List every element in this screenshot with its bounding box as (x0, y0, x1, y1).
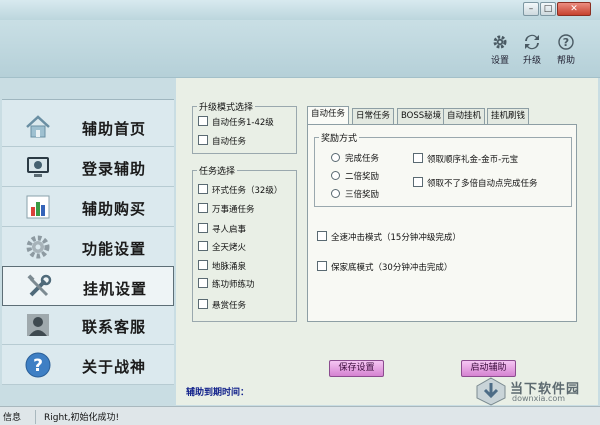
sidebar-item-label: 辅助首页 (82, 120, 147, 138)
watermark-logo-icon (476, 377, 506, 406)
watermark-url: downxia.com (512, 394, 566, 403)
status-message: Right,初始化成功! (44, 413, 120, 423)
sidebar-item-label: 功能设置 (82, 240, 147, 258)
maximize-button[interactable]: □ (540, 2, 556, 16)
header: 设置 升级 ? 帮助 (0, 20, 600, 78)
gear-icon (493, 35, 507, 49)
svg-text:?: ? (563, 36, 569, 49)
chart-icon (26, 195, 50, 219)
auto-task-checkbox[interactable]: 自动任务 (198, 135, 246, 147)
upgrade-label: 升级 (522, 56, 541, 66)
sidebar: 辅助首页 登录辅助 辅助购买 功能设置 挂机设置 联系客服 ? 关于战神 (2, 99, 174, 385)
tab-idle-money[interactable]: 挂机刷钱 (487, 108, 530, 124)
upgrade-mode-title: 升级模式选择 (197, 100, 256, 113)
sidebar-item-label: 挂机设置 (83, 280, 148, 298)
svg-text:?: ? (33, 356, 43, 376)
auto-complete-checkbox[interactable]: 领取不了多倍自动点完成任务 (413, 177, 538, 189)
close-button[interactable]: ✕ (557, 2, 591, 16)
master-training-checkbox[interactable]: 练功师练功 (198, 278, 255, 290)
tab-auto-idle[interactable]: 自动挂机 (443, 108, 486, 124)
sidebar-item-label: 联系客服 (82, 318, 147, 336)
tab-daily-task[interactable]: 日常任务 (352, 108, 395, 124)
minimize-button[interactable]: – (523, 2, 539, 16)
tools-icon (27, 274, 52, 297)
gear-icon (26, 235, 50, 259)
sidebar-item-features[interactable]: 功能设置 (2, 227, 174, 267)
home-icon (26, 115, 50, 138)
expiry-label: 辅助到期时间： (186, 388, 250, 398)
bonfire-checkbox[interactable]: 全天烤火 (198, 241, 246, 253)
reward-title: 奖励方式 (319, 131, 360, 144)
person-icon (27, 314, 49, 336)
watermark: 当下软件园 downxia.com (474, 376, 594, 406)
help-label: 帮助 (556, 56, 575, 66)
sidebar-item-login[interactable]: 登录辅助 (2, 147, 174, 187)
tab-boss-realm[interactable]: BOSS秘境 (397, 108, 446, 124)
sidebar-item-idle-settings[interactable]: 挂机设置 (2, 266, 174, 306)
safe-mode-checkbox[interactable]: 保家底模式（30分钟冲击完成） (317, 261, 452, 273)
task-select-title: 任务选择 (197, 164, 238, 177)
sidebar-item-about[interactable]: ? 关于战神 (2, 345, 174, 385)
upgrade-button[interactable]: 升级 (515, 34, 549, 66)
settings-button[interactable]: 设置 (483, 34, 517, 66)
sidebar-item-label: 辅助购买 (82, 200, 147, 218)
status-label: 信息 (0, 410, 36, 424)
auto-task-1-42-checkbox[interactable]: 自动任务1-42级 (198, 116, 274, 128)
sidebar-item-label: 关于战神 (82, 358, 147, 376)
double-reward-radio[interactable]: 二倍奖励 (331, 171, 379, 182)
help-icon: ? (558, 34, 574, 50)
help-button[interactable]: ? 帮助 (549, 34, 583, 66)
complete-task-radio[interactable]: 完成任务 (331, 153, 379, 164)
bounty-task-checkbox[interactable]: 悬赏任务 (198, 299, 246, 311)
ring-task-checkbox[interactable]: 环式任务（32级） (198, 184, 282, 196)
triple-reward-radio[interactable]: 三倍奖励 (331, 189, 379, 200)
earth-spring-checkbox[interactable]: 地脉涌泉 (198, 260, 246, 272)
title-bar: – □ ✕ (0, 0, 600, 20)
refresh-icon (525, 34, 539, 50)
claim-order-checkbox[interactable]: 领取顺序礼金-金币-元宝 (413, 153, 518, 165)
sidebar-item-label: 登录辅助 (82, 160, 147, 178)
start-assist-button[interactable]: 启动辅助 (461, 360, 516, 377)
sidebar-item-support[interactable]: 联系客服 (2, 305, 174, 345)
sidebar-item-purchase[interactable]: 辅助购买 (2, 187, 174, 227)
status-bar: 信息 Right,初始化成功! (0, 406, 600, 425)
full-speed-mode-checkbox[interactable]: 全速冲击模式（15分钟冲级完成） (317, 231, 461, 243)
omniscient-task-checkbox[interactable]: 万事通任务 (198, 203, 255, 215)
missing-person-checkbox[interactable]: 寻人启事 (198, 223, 246, 235)
tab-auto-task[interactable]: 自动任务 (307, 106, 350, 124)
settings-label: 设置 (490, 56, 509, 66)
sidebar-item-home[interactable]: 辅助首页 (2, 107, 174, 147)
monitor-icon (27, 157, 49, 177)
question-icon: ? (25, 352, 51, 378)
save-settings-button[interactable]: 保存设置 (329, 360, 384, 377)
